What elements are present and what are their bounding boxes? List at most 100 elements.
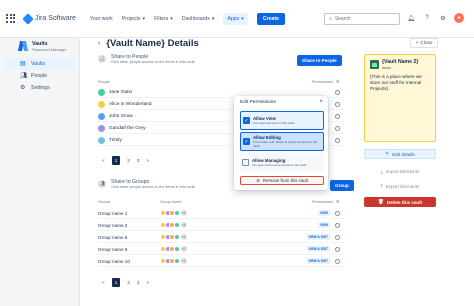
nav-dashboards[interactable]: Dashboards ▾ [182, 16, 215, 22]
remove-icon: ⊖ [256, 177, 260, 183]
permission-radio[interactable] [335, 246, 340, 252]
page-button[interactable]: 3 [137, 158, 140, 163]
avatar [98, 124, 105, 132]
permissions-column-header: Permissions [312, 200, 333, 204]
back-arrow-icon[interactable]: ‹ [98, 40, 100, 47]
delete-label: Delete this vault [386, 199, 423, 205]
avatar [98, 112, 105, 120]
sidebar-item-people[interactable]: 👥︎ People [0, 70, 79, 82]
page-current[interactable]: 1 [111, 278, 121, 287]
vault-card-title: {Vault Name 2} [382, 59, 419, 65]
permission-radio[interactable] [335, 113, 340, 119]
popover-title: Edit Permissions [240, 100, 276, 105]
import-elements-button[interactable]: ⤓ Import Elements [364, 166, 436, 176]
app-header: Vaults Password Manager [0, 38, 79, 54]
more-users-count: +5 [180, 210, 187, 216]
sidebar-item-vaults[interactable]: ▤ Vaults [4, 58, 75, 70]
sidebar-item-label: People [31, 73, 48, 79]
search-placeholder: Search [334, 16, 351, 22]
close-icon: × [415, 40, 419, 46]
prev-page-button[interactable]: < [102, 158, 105, 163]
option-description: Can view elements in this vault [253, 121, 295, 125]
next-page-button[interactable]: > [146, 158, 149, 163]
close-button[interactable]: × Close [410, 38, 438, 48]
jira-logo[interactable]: Jira Software [22, 12, 76, 25]
app-switcher-icon[interactable] [6, 13, 16, 24]
vault-icon: ▤ [20, 61, 26, 67]
page-button[interactable]: 2 [127, 280, 130, 285]
person-name: Jane Oatin [109, 89, 133, 95]
group-name: Group name 5 [98, 234, 128, 240]
nav-projects[interactable]: Projects ▾ [122, 16, 145, 22]
table-row[interactable]: Group name 5 +4 VIEW & EDIT [98, 232, 344, 243]
delete-vault-button[interactable]: 🗑︎ Delete this vault [364, 197, 436, 207]
nav-filters[interactable]: Filters ▾ [154, 16, 173, 22]
group-name: Group name 2 [98, 222, 128, 228]
permission-radio[interactable] [335, 210, 340, 216]
option-allow-managing[interactable]: Allow Managing Can give and remove acces… [240, 153, 324, 172]
edit-label: Edit details [392, 151, 415, 157]
table-row[interactable]: Group name 8 +2 VIEW & EDIT [98, 244, 344, 255]
page-button[interactable]: 3 [137, 280, 140, 285]
group-avatars [160, 246, 180, 252]
people-icon: 👥︎ [20, 73, 28, 79]
table-row[interactable]: Group name 2 +4 VIEW [98, 220, 344, 231]
groups-section-header: 👥︎ Share to Groups Give other people acc… [98, 179, 195, 189]
permission-radio[interactable] [335, 89, 340, 95]
notifications-icon[interactable]: 🔔︎ [406, 13, 416, 23]
nav-filters-label: Filters [154, 15, 169, 22]
edit-details-button[interactable]: ✎ Edit details [364, 149, 436, 159]
create-button[interactable]: Create [256, 12, 286, 25]
remove-label: Remove from this vault [262, 178, 308, 183]
checkbox-checked-icon[interactable]: ✓ [243, 117, 250, 124]
permission-radio[interactable] [335, 234, 340, 240]
nav-apps[interactable]: Apps ▾ [223, 12, 248, 25]
next-page-button[interactable]: > [146, 280, 149, 285]
people-section-subtitle: Give other people access to the items in… [111, 60, 195, 64]
title-row: ‹ {Vault Name} Details [98, 38, 199, 49]
group-name: Group name 1 [98, 210, 128, 216]
share-to-people-button[interactable]: Share to People [297, 55, 342, 66]
people-icon: 👤︎ [98, 55, 106, 63]
search-input[interactable]: ⌕ Search [324, 13, 400, 25]
permission-radio[interactable] [335, 125, 340, 131]
permission-radio[interactable] [335, 258, 340, 264]
groups-section-subtitle: Give other people access to the items in… [111, 185, 195, 189]
settings-icon[interactable]: ⚙ [336, 79, 339, 84]
export-label: Export Elements [385, 183, 420, 189]
people-pagination: < 1 2 3 > [102, 156, 149, 165]
share-to-groups-button[interactable]: Group [330, 180, 354, 191]
prev-page-button[interactable]: < [102, 280, 105, 285]
user-avatar[interactable]: ● [454, 13, 464, 23]
permission-badge: VIEW & EDIT [306, 258, 330, 264]
option-allow-view[interactable]: ✓ Allow View Can view elements in this v… [240, 111, 324, 130]
sidebar-item-settings[interactable]: ⚙ Settings [0, 82, 79, 94]
table-row[interactable]: Group name 10 +3 VIEW & EDIT [98, 256, 344, 267]
settings-icon[interactable]: ⚙ [438, 13, 448, 23]
permission-radio[interactable] [335, 222, 340, 228]
option-allow-editing[interactable]: ✓ Allow Editing Can create, edit, delete… [240, 132, 324, 151]
sidebar-item-label: Vaults [31, 61, 46, 67]
remove-from-vault-button[interactable]: ⊖ Remove from this vault [240, 176, 324, 185]
close-icon[interactable]: × [319, 99, 323, 105]
group-avatars [160, 210, 180, 216]
person-name: Trinity [109, 137, 122, 143]
group-avatars [160, 258, 180, 264]
group-users-column-header: Group Users [160, 200, 182, 204]
export-elements-button[interactable]: ⤒ Export Elements [364, 181, 436, 191]
page-current[interactable]: 1 [111, 156, 121, 165]
permission-radio[interactable] [335, 137, 340, 143]
table-row[interactable]: Group name 1 +5 VIEW [98, 208, 344, 219]
group-avatars [160, 222, 180, 228]
nav-your-work[interactable]: Your work [90, 16, 113, 22]
help-icon[interactable]: ? [422, 13, 432, 23]
checkbox-checked-icon[interactable]: ✓ [243, 138, 250, 145]
checkbox-unchecked-icon[interactable] [242, 159, 249, 166]
nav-apps-label: Apps [227, 15, 240, 22]
permission-radio[interactable] [335, 101, 340, 107]
nav-dashboards-label: Dashboards [181, 15, 210, 22]
page-button[interactable]: 2 [127, 158, 130, 163]
permission-badge: VIEW [317, 222, 330, 228]
settings-icon[interactable]: ⚙ [336, 199, 339, 204]
group-name: Group name 8 [98, 246, 128, 252]
